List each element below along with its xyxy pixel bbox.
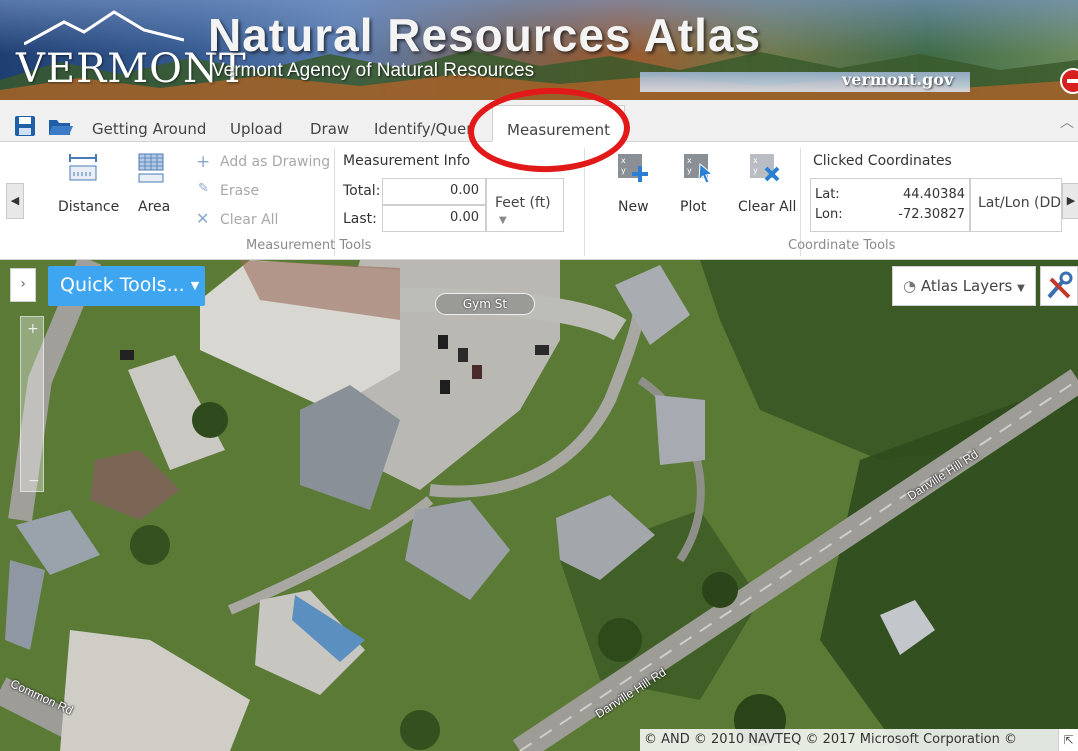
clear-coordinates-icon[interactable]: x y [748, 152, 782, 184]
svg-text:y: y [621, 166, 626, 175]
quick-tools-button[interactable]: Quick Tools... ▼ [48, 266, 205, 306]
plot-coordinate-icon[interactable]: x y [682, 152, 716, 184]
aerial-imagery [0, 260, 1078, 751]
new-coordinate-icon[interactable]: x y [616, 152, 650, 184]
coordinate-tools-group-title: Coordinate Tools [788, 238, 896, 253]
zoom-in-icon[interactable]: + [27, 321, 39, 337]
last-field[interactable]: 0.00 [382, 205, 486, 232]
vermont-gov-link[interactable]: vermont.gov [842, 70, 953, 89]
add-as-drawing-button[interactable]: Add as Drawing [220, 154, 330, 170]
mountain-logo-icon [24, 10, 184, 46]
svg-text:y: y [753, 166, 758, 175]
clear-x-icon: ✕ [196, 209, 210, 228]
tab-measurement[interactable]: Measurement [492, 105, 625, 142]
ribbon-separator [584, 148, 585, 256]
lon-value: -72.30827 [898, 207, 965, 222]
save-icon[interactable] [14, 115, 36, 137]
map-attribution[interactable]: © AND © 2010 NAVTEQ © 2017 Microsoft Cor… [640, 729, 1058, 751]
ribbon-scroll-left-icon[interactable]: ◀ [6, 183, 24, 219]
distance-ruler-icon[interactable] [68, 152, 98, 186]
total-field[interactable]: 0.00 [382, 178, 486, 205]
last-label: Last: [343, 211, 377, 227]
tab-draw[interactable]: Draw [310, 120, 349, 138]
clear-all-measurements-button[interactable]: Clear All [220, 212, 278, 228]
atlas-layers-label: Atlas Layers [920, 277, 1013, 295]
aerial-map[interactable] [0, 260, 1078, 751]
folder-open-icon[interactable] [48, 117, 74, 137]
caret-down-icon: ▼ [1017, 283, 1025, 294]
svg-text:x: x [753, 156, 758, 165]
tools-wrench-button[interactable] [1040, 266, 1078, 306]
measurement-tools-group-title: Measurement Tools [246, 238, 372, 253]
unit-select-value: Feet (ft) [495, 195, 551, 211]
coordinate-system-select[interactable]: Lat/Lon (DD) [970, 178, 1062, 232]
add-icon: + [196, 152, 211, 172]
header-banner: VERMONT Natural Resources Atlas Vermont … [0, 0, 1078, 100]
new-coordinate-button[interactable]: New [618, 199, 649, 215]
expand-attribution-icon[interactable]: ⇱ [1058, 729, 1078, 751]
atlas-layers-button[interactable]: ◔ Atlas Layers ▼ [892, 266, 1036, 306]
svg-text:x: x [687, 156, 692, 165]
app-subtitle: Vermont Agency of Natural Resources [212, 60, 535, 81]
wrench-screwdriver-icon [1047, 271, 1073, 299]
clear-coordinates-button[interactable]: Clear All [738, 199, 796, 215]
unit-select[interactable]: Feet (ft) ▼ [486, 178, 564, 232]
erase-button[interactable]: Erase [220, 183, 259, 199]
expand-sidebar-icon[interactable]: › [10, 268, 36, 302]
collapse-ribbon-icon[interactable]: ︿ [1060, 112, 1074, 132]
chevron-down-icon: ▼ [499, 215, 507, 226]
tab-identify-query[interactable]: Identify/Quer [374, 120, 472, 138]
lat-value: 44.40384 [902, 187, 965, 202]
caret-down-icon: ▼ [190, 279, 200, 292]
zoom-out-icon[interactable]: − [28, 473, 40, 489]
tab-upload[interactable]: Upload [230, 120, 283, 138]
measurement-info-title: Measurement Info [343, 153, 471, 169]
svg-text:x: x [621, 156, 626, 165]
clicked-coordinates-title: Clicked Coordinates [813, 153, 952, 169]
distance-button[interactable]: Distance [58, 199, 119, 215]
area-grid-icon[interactable] [136, 152, 166, 186]
lat-label: Lat: [815, 187, 840, 202]
svg-text:y: y [687, 166, 692, 175]
ribbon-scroll-right-icon[interactable]: ▶ [1062, 183, 1078, 219]
globe-icon: ◔ [903, 277, 917, 295]
lon-label: Lon: [815, 207, 843, 222]
quick-tools-label: Quick Tools... [60, 274, 185, 296]
app-title: Natural Resources Atlas [208, 9, 762, 61]
clicked-coordinates-readout: Lat: Lon: 44.40384 -72.30827 [810, 178, 970, 232]
total-label: Total: [343, 183, 381, 199]
street-label-gym: Gym St [435, 293, 535, 315]
zoom-slider[interactable]: + − [20, 316, 44, 492]
area-button[interactable]: Area [138, 199, 170, 215]
tab-getting-around[interactable]: Getting Around [92, 120, 206, 138]
plot-coordinate-button[interactable]: Plot [680, 199, 706, 215]
eraser-icon: ✎ [198, 181, 209, 196]
